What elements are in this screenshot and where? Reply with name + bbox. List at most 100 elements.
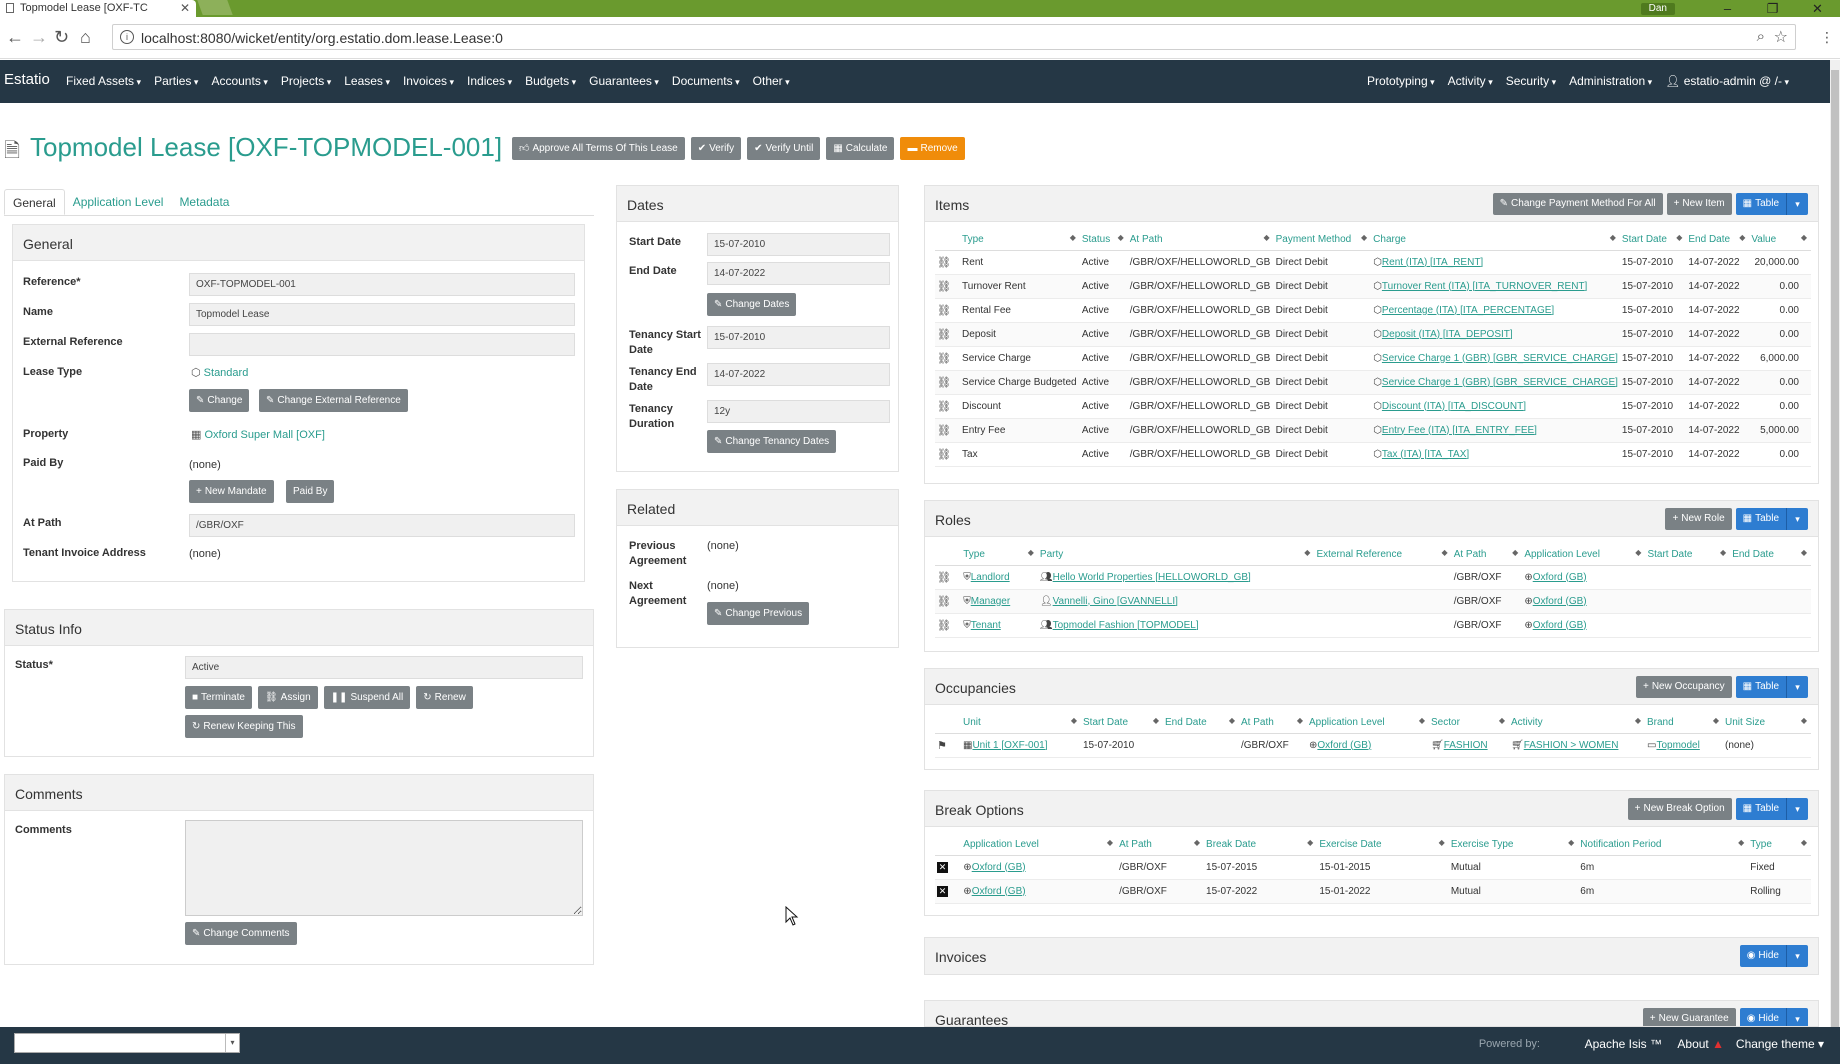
item-charge-link[interactable]: ⬡ Tax (ITA) [ITA_TAX] (1373, 449, 1469, 460)
break-application-level-link[interactable]: ⊕ Oxford (GB) (963, 862, 1025, 873)
entity-link-icon[interactable]: ⛓ (937, 281, 951, 293)
occ-col-end-date[interactable]: End Date ◆ (1163, 713, 1239, 734)
approve-terms-button[interactable]: 👍︎ Approve All Terms Of This Lease (512, 137, 685, 160)
end-date-field[interactable]: 14-07-2022 (707, 262, 890, 285)
back-icon[interactable]: ← (6, 27, 24, 48)
page-scrollbar[interactable] (1830, 60, 1840, 1030)
table-row[interactable]: ⛓ Turnover Rent Active/GBR/OXF/HELLOWORLD_… (935, 274, 1811, 299)
items-col-start-date[interactable]: Start Date ◆ (1619, 230, 1687, 251)
comments-textarea[interactable] (185, 820, 583, 916)
guarantees-hide-button[interactable]: ◉ Hide (1739, 1008, 1786, 1026)
minimize-icon[interactable]: – (1705, 1, 1750, 16)
new-tab-button[interactable] (197, 0, 233, 15)
menu-projects[interactable]: Projects (281, 74, 331, 88)
break-col-application-level[interactable]: Application Level ◆ (961, 835, 1118, 856)
url-field[interactable]: i localhost:8080/wicket/entity/org.estat… (112, 24, 1796, 50)
table-row[interactable]: ⛓ ⛨ Landlord 👥︎ Hello World Properties [HE… (935, 565, 1811, 590)
item-charge-link[interactable]: ⬡ Entry Fee (ITA) [ITA_ENTRY_FEE] (1373, 425, 1537, 436)
new-break-option-button[interactable]: + New Break Option (1627, 798, 1732, 820)
menu-parties[interactable]: Parties (154, 74, 198, 88)
menu-user[interactable]: 👤︎ estatio-admin @ /- (1665, 74, 1789, 88)
roles-col-application-level[interactable]: Application Level ◆ (1522, 545, 1646, 566)
role-application-level-link[interactable]: ⊕ Oxford (GB) (1524, 572, 1586, 583)
break-options-table-button[interactable]: ▦ Table (1735, 798, 1786, 820)
tenancy-end-date-field[interactable]: 14-07-2022 (707, 363, 890, 386)
menu-guarantees[interactable]: Guarantees (589, 74, 659, 88)
about-link[interactable]: About ▲ (1677, 1037, 1724, 1051)
roles-table-button[interactable]: ▦ Table (1735, 508, 1786, 530)
entity-link-icon[interactable]: ⛓ (937, 620, 951, 632)
menu-fixed-assets[interactable]: Fixed Assets (66, 74, 141, 88)
table-row[interactable]: ⚑ ▦ Unit 1 [OXF-001] 15-07-2010/GBR/OXF ⊕ O… (935, 733, 1811, 758)
menu-other[interactable]: Other (753, 74, 790, 88)
roles-col-type[interactable]: Type ◆ (961, 545, 1038, 566)
break-col-break-date[interactable]: Break Date ◆ (1204, 835, 1318, 856)
items-col-end-date[interactable]: End Date ◆ (1686, 230, 1750, 251)
entity-link-icon[interactable]: ⛓ (937, 401, 951, 413)
menu-indices[interactable]: Indices (467, 74, 512, 88)
bookmark-star-icon[interactable]: ☆ (1774, 27, 1788, 47)
change-tenancy-dates-button[interactable]: ✎ Change Tenancy Dates (707, 430, 837, 453)
item-charge-link[interactable]: ⬡ Turnover Rent (ITA) [ITA_TURNOVER_RENT… (1373, 281, 1587, 292)
home-icon[interactable]: ⌂ (80, 27, 91, 48)
remove-button[interactable]: ▬ Remove (900, 137, 965, 160)
occ-unit-link[interactable]: ▦ Unit 1 [OXF-001] (963, 740, 1047, 751)
occ-brand-link[interactable]: ▭ Topmodel (1647, 740, 1700, 751)
at-path-field[interactable]: /GBR/OXF (189, 514, 575, 537)
table-row[interactable]: ⛓ Rent Active/GBR/OXF/HELLOWORLD_GB Direct … (935, 250, 1811, 275)
lease-type-link[interactable]: ⬡ Standard (191, 366, 248, 379)
occupancies-table-button[interactable]: ▦ Table (1735, 676, 1786, 698)
suspend-all-button[interactable]: ❚❚ Suspend All (323, 686, 411, 709)
items-view-dropdown-icon[interactable]: ▾ (1786, 193, 1808, 215)
entity-link-icon[interactable]: ⛓ (937, 305, 951, 317)
role-party-link[interactable]: 👤︎ Vannelli, Gino [GVANNELLI] (1040, 596, 1178, 607)
table-row[interactable]: ⛓ Rental Fee Active/GBR/OXF/HELLOWORLD_GB D… (935, 298, 1811, 323)
menu-administration[interactable]: Administration (1569, 74, 1652, 88)
role-party-link[interactable]: 👥︎ Hello World Properties [HELLOWORLD_GB… (1040, 572, 1251, 583)
entity-link-icon[interactable]: ⛓ (937, 449, 951, 461)
tenancy-duration-field[interactable]: 12y (707, 400, 890, 423)
role-type-link[interactable]: ⛨ Manager (963, 596, 1010, 607)
change-previous-button[interactable]: ✎ Change Previous (707, 602, 810, 625)
browser-user-badge[interactable]: Dan (1640, 2, 1675, 15)
forward-icon[interactable]: → (30, 27, 48, 48)
new-occupancy-button[interactable]: + New Occupancy (1635, 676, 1732, 698)
occ-sector-link[interactable]: 🛒︎ FASHION (1431, 740, 1488, 751)
apache-isis-link[interactable]: Apache Isis ™ (1585, 1037, 1662, 1051)
item-charge-link[interactable]: ⬡ Deposit (ITA) [ITA_DEPOSIT] (1373, 329, 1513, 340)
table-row[interactable]: ⛓ Service Charge Active/GBR/OXF/HELLOWORLD… (935, 346, 1811, 371)
close-window-icon[interactable]: ✕ (1795, 1, 1840, 17)
break-col-exercise-date[interactable]: Exercise Date ◆ (1317, 835, 1449, 856)
restore-icon[interactable]: ❐ (1750, 1, 1795, 17)
roles-view-dropdown-icon[interactable]: ▾ (1786, 508, 1808, 530)
menu-accounts[interactable]: Accounts (211, 74, 267, 88)
items-table-button[interactable]: ▦ Table (1735, 193, 1786, 215)
change-dates-button[interactable]: ✎ Change Dates (707, 293, 797, 316)
break-col-at-path[interactable]: At Path ◆ (1117, 835, 1205, 856)
status-field[interactable]: Active (185, 656, 583, 679)
items-col-status[interactable]: Status ◆ (1079, 230, 1128, 251)
paid-by-button[interactable]: Paid By (286, 480, 335, 503)
table-row[interactable]: ✕ ⊕ Oxford (GB) /GBR/OXF 15-07-2015 15-01-20… (935, 855, 1811, 880)
flag-icon[interactable]: ⚑ (937, 740, 947, 752)
change-external-reference-button[interactable]: ✎ Change External Reference (259, 389, 408, 412)
zoom-icon[interactable]: ⌕ (1757, 28, 1765, 45)
reference-field[interactable]: OXF-TOPMODEL-001 (189, 273, 575, 296)
items-col-at-path[interactable]: At Path ◆ (1127, 230, 1274, 251)
occ-col-activity[interactable]: Activity ◆ (1509, 713, 1645, 734)
browser-menu-icon[interactable]: ⋮ (1820, 29, 1834, 46)
scrollbar-thumb[interactable] (1831, 70, 1839, 1030)
renew-keeping-this-button[interactable]: ↻ Renew Keeping This (185, 715, 303, 738)
calculate-button[interactable]: ▦ Calculate (826, 137, 895, 160)
items-col-payment-method[interactable]: Payment Method ◆ (1273, 230, 1372, 251)
occ-activity-link[interactable]: 🛒︎ FASHION > WOMEN (1511, 740, 1618, 751)
occ-col-start-date[interactable]: Start Date ◆ (1081, 713, 1163, 734)
break-col-notification-period[interactable]: Notification Period ◆ (1578, 835, 1749, 856)
verify-button[interactable]: ✔ Verify (690, 137, 742, 160)
occ-col-application-level[interactable]: Application Level ◆ (1307, 713, 1429, 734)
item-charge-link[interactable]: ⬡ Rent (ITA) [ITA_RENT] (1373, 257, 1483, 268)
break-application-level-link[interactable]: ⊕ Oxford (GB) (963, 886, 1025, 897)
new-role-button[interactable]: + New Role (1665, 508, 1732, 530)
roles-col-start-date[interactable]: Start Date ◆ (1645, 545, 1731, 566)
entity-link-icon[interactable]: ⛓ (937, 329, 951, 341)
